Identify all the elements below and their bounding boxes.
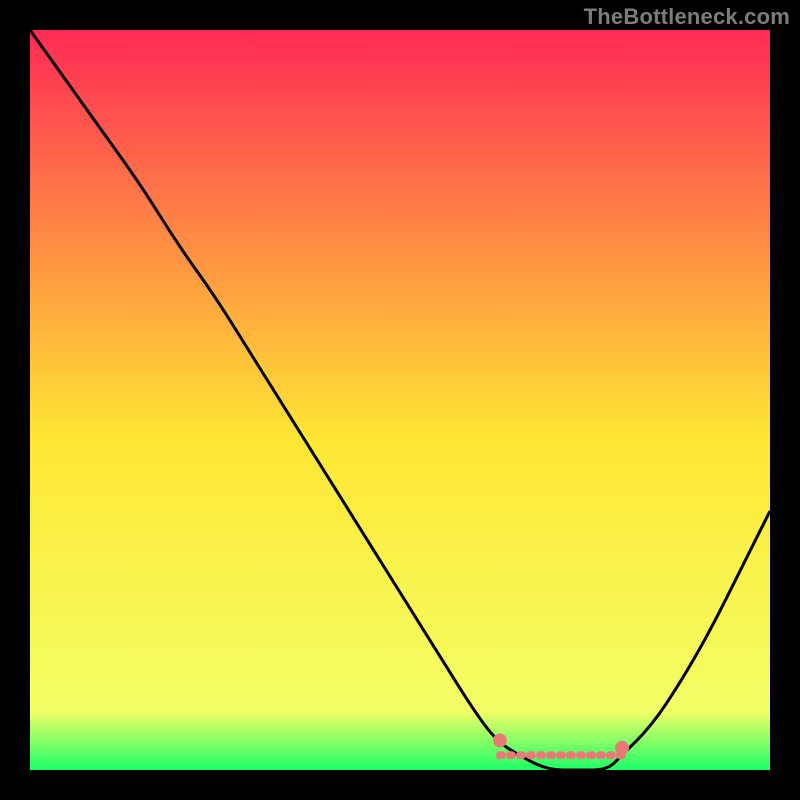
gradient-background (30, 30, 770, 770)
marker-dot-1 (615, 741, 629, 755)
watermark-text: TheBottleneck.com (584, 4, 790, 30)
plot-svg (30, 30, 770, 770)
plot-area (30, 30, 770, 770)
marker-dot-0 (493, 733, 507, 747)
chart-frame: TheBottleneck.com (0, 0, 800, 800)
